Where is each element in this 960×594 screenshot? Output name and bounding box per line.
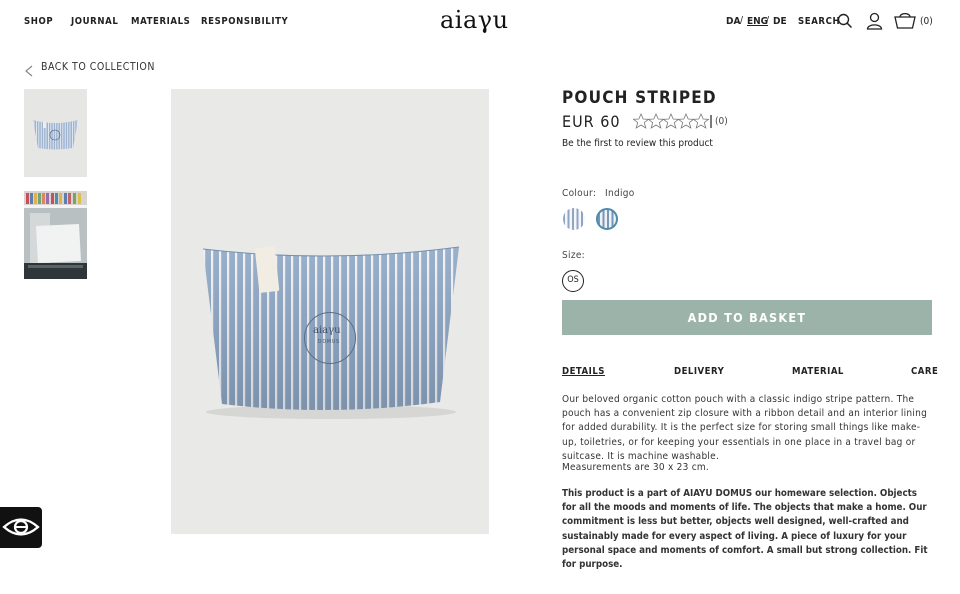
rating-stars[interactable] [632, 113, 713, 133]
tab-details[interactable]: DETAILS [562, 366, 605, 377]
image-logo-text: aiaγu [313, 325, 341, 336]
chevron-left-icon [24, 62, 34, 81]
size-option-os[interactable]: OS [562, 270, 584, 292]
colour-swatch-stripe[interactable] [563, 208, 585, 230]
colour-value: Indigo [605, 188, 635, 199]
top-nav: SHOP JOURNAL MATERIALS RESPONSIBILITY ai… [0, 0, 960, 44]
colour-swatch-indigo[interactable] [596, 208, 618, 230]
lang-separator: / [766, 15, 770, 26]
eye-icon [2, 515, 40, 543]
first-review-link[interactable]: Be the first to review this product [562, 138, 713, 149]
review-count[interactable]: (0) [715, 116, 728, 127]
size-label: Size: [562, 250, 586, 261]
thumbnail-2[interactable] [24, 191, 87, 279]
image-logo-sub: DOMUS [318, 339, 341, 345]
lang-da[interactable]: DA [726, 16, 740, 27]
basket-count[interactable]: (0) [920, 16, 933, 27]
thumbnail-1[interactable] [24, 89, 87, 177]
nav-journal[interactable]: JOURNAL [71, 16, 118, 27]
search-icon[interactable] [837, 13, 853, 33]
basket-icon[interactable] [894, 12, 916, 33]
lang-eng[interactable]: ENG [747, 16, 768, 27]
brand-logo[interactable]: aiaγu [440, 6, 509, 34]
add-to-basket-button[interactable]: ADD TO BASKET [562, 300, 932, 335]
accessibility-widget-button[interactable] [0, 507, 42, 548]
nav-responsibility[interactable]: RESPONSIBILITY [201, 16, 288, 27]
tab-delivery[interactable]: DELIVERY [674, 366, 724, 377]
product-price: EUR 60 [562, 112, 621, 131]
search-label[interactable]: SEARCH [798, 16, 840, 27]
lang-de[interactable]: DE [773, 16, 787, 27]
image-brand-stamp [304, 312, 356, 364]
product-title: POUCH STRIPED [562, 88, 717, 108]
colour-label: Colour: [562, 188, 597, 199]
user-icon[interactable] [866, 12, 883, 34]
tab-care[interactable]: CARE [911, 366, 938, 377]
back-label: BACK TO COLLECTION [41, 61, 155, 73]
product-about: This product is a part of AIAYU DOMUS ou… [562, 488, 928, 571]
product-measurements: Measurements are 30 x 23 cm. [562, 462, 710, 473]
nav-materials[interactable]: MATERIALS [131, 16, 190, 27]
lang-separator: / [740, 15, 744, 26]
product-description: Our beloved organic cotton pouch with a … [562, 394, 928, 462]
tab-material[interactable]: MATERIAL [792, 366, 844, 377]
nav-shop[interactable]: SHOP [24, 16, 53, 27]
